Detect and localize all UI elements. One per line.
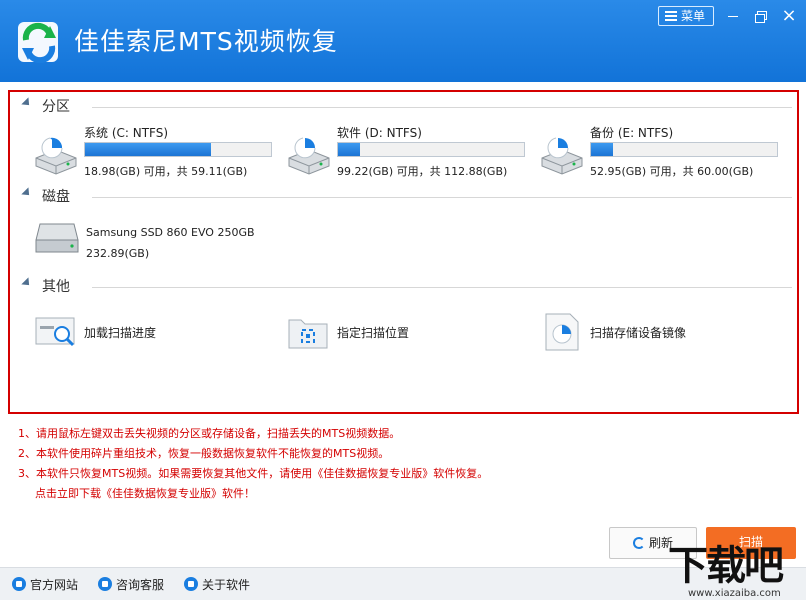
app-title: 佳佳索尼MTS视频恢复 bbox=[74, 27, 338, 56]
partition-item-d[interactable]: 软件 (D: NTFS) 99.22(GB) 可用，共 112.88(GB) bbox=[285, 124, 535, 180]
menu-button[interactable]: 菜单 bbox=[658, 6, 714, 26]
instructions: 1、请用鼠标左键双击丢失视频的分区或存储设备，扫描丢失的MTS视频数据。 2、本… bbox=[18, 424, 488, 504]
usage-bar-fill bbox=[591, 143, 614, 156]
menu-icon bbox=[665, 11, 677, 21]
partition-section-header[interactable]: 分区 bbox=[21, 96, 792, 116]
collapse-triangle-icon[interactable] bbox=[21, 277, 33, 289]
load-progress-icon bbox=[35, 317, 75, 347]
usage-bar-fill bbox=[338, 143, 361, 156]
usage-bar-fill bbox=[85, 143, 212, 156]
partition-drive-icon bbox=[541, 137, 583, 175]
partition-drive-icon bbox=[288, 137, 330, 175]
other-section-header[interactable]: 其他 bbox=[21, 276, 792, 296]
title-bar: 佳佳索尼MTS视频恢复 菜单 × bbox=[0, 0, 806, 82]
partition-size: 52.95(GB) 可用，共 60.00(GB) bbox=[590, 165, 754, 178]
divider bbox=[92, 287, 792, 288]
partition-name: 软件 (D: NTFS) bbox=[337, 126, 422, 140]
menu-label: 菜单 bbox=[681, 9, 706, 23]
section-label-other: 其他 bbox=[42, 279, 70, 295]
customer-service-link[interactable]: 咨询客服 bbox=[98, 576, 164, 593]
footer-link-label: 关于软件 bbox=[202, 578, 251, 592]
minimize-button[interactable] bbox=[722, 6, 744, 26]
partition-name: 备份 (E: NTFS) bbox=[590, 126, 674, 140]
collapse-triangle-icon[interactable] bbox=[21, 97, 33, 109]
device-image-icon bbox=[545, 313, 579, 351]
specify-scan-location[interactable]: 指定扫描位置 bbox=[287, 312, 507, 352]
close-button[interactable]: × bbox=[778, 6, 800, 26]
divider bbox=[92, 107, 792, 108]
section-label-disk: 磁盘 bbox=[42, 189, 70, 205]
usage-bar bbox=[337, 142, 525, 157]
section-label-partition: 分区 bbox=[42, 99, 70, 115]
home-icon bbox=[12, 577, 26, 591]
disk-name: Samsung SSD 860 EVO 250GB bbox=[86, 226, 255, 239]
partition-drive-icon bbox=[35, 137, 77, 175]
info-icon bbox=[184, 577, 198, 591]
app-logo-icon bbox=[18, 22, 58, 64]
usage-bar bbox=[84, 142, 272, 157]
partition-size: 18.98(GB) 可用，共 59.11(GB) bbox=[84, 165, 248, 178]
scan-device-image[interactable]: 扫描存储设备镜像 bbox=[540, 312, 760, 352]
footer-link-label: 咨询客服 bbox=[116, 578, 165, 592]
download-link[interactable]: 点击立即下载《佳佳数据恢复专业版》软件！ bbox=[18, 484, 488, 504]
partition-size: 99.22(GB) 可用，共 112.88(GB) bbox=[337, 165, 508, 178]
divider bbox=[92, 197, 792, 198]
official-website-link[interactable]: 官方网站 bbox=[12, 576, 78, 593]
other-item-label: 指定扫描位置 bbox=[337, 326, 410, 340]
note-line: 1、请用鼠标左键双击丢失视频的分区或存储设备，扫描丢失的MTS视频数据。 bbox=[18, 427, 401, 440]
disk-section-header[interactable]: 磁盘 bbox=[21, 186, 792, 206]
restore-button[interactable] bbox=[750, 6, 772, 26]
hard-disk-icon bbox=[35, 223, 79, 253]
watermark-logo: 下载吧 bbox=[668, 543, 784, 589]
partition-name: 系统 (C: NTFS) bbox=[84, 126, 169, 140]
scan-location-icon bbox=[288, 319, 328, 349]
refresh-icon bbox=[632, 537, 645, 549]
about-software-link[interactable]: 关于软件 bbox=[184, 576, 250, 593]
chat-icon bbox=[98, 577, 112, 591]
collapse-triangle-icon[interactable] bbox=[21, 187, 33, 199]
usage-bar bbox=[590, 142, 778, 157]
watermark: 下载吧 www.xiazaiba.com bbox=[668, 540, 806, 600]
other-item-label: 扫描存储设备镜像 bbox=[590, 326, 687, 340]
note-line: 2、本软件使用碎片重组技术，恢复一般数据恢复软件不能恢复的MTS视频。 bbox=[18, 447, 390, 460]
partition-item-e[interactable]: 备份 (E: NTFS) 52.95(GB) 可用，共 60.00(GB) bbox=[538, 124, 788, 180]
footer-link-label: 官方网站 bbox=[30, 578, 79, 592]
load-scan-progress[interactable]: 加载扫描进度 bbox=[34, 312, 254, 352]
partition-item-c[interactable]: 系统 (C: NTFS) 18.98(GB) 可用，共 59.11(GB) bbox=[32, 124, 282, 180]
device-panel: 分区 系统 (C: NTFS) 18.98(GB) 可用，共 59.11(GB)… bbox=[8, 90, 799, 414]
watermark-url: www.xiazaiba.com bbox=[688, 588, 781, 599]
other-item-label: 加载扫描进度 bbox=[84, 326, 157, 340]
note-line: 3、本软件只恢复MTS视频。如果需要恢复其他文件，请使用《佳佳数据恢复专业版》软… bbox=[18, 467, 489, 480]
disk-item[interactable]: Samsung SSD 860 EVO 250GB 232.89(GB) bbox=[34, 220, 294, 270]
disk-size: 232.89(GB) bbox=[86, 247, 150, 260]
